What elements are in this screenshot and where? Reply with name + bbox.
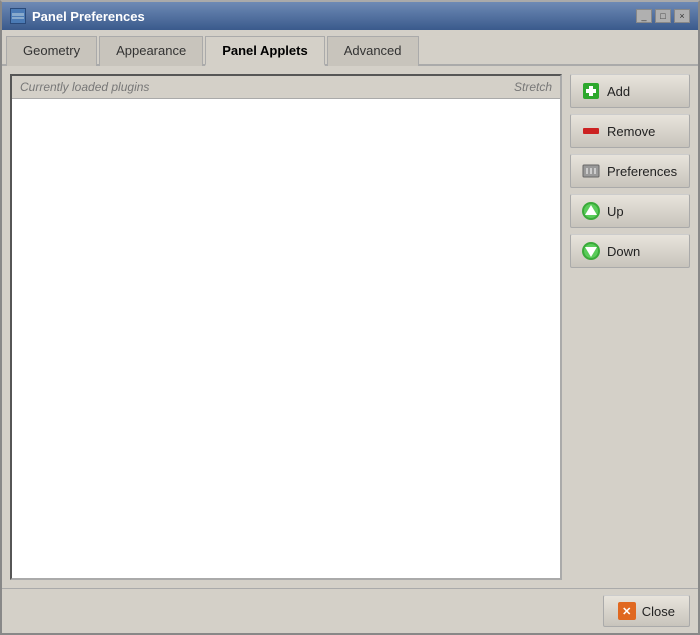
preferences-label: Preferences bbox=[607, 164, 677, 179]
title-bar: Panel Preferences _ □ × bbox=[2, 2, 698, 30]
bottom-bar: ✕ Close bbox=[2, 588, 698, 633]
close-window-button[interactable]: × bbox=[674, 9, 690, 23]
remove-button[interactable]: Remove bbox=[570, 114, 690, 148]
plugin-list-body[interactable] bbox=[12, 99, 560, 578]
plugin-list-header: Currently loaded plugins Stretch bbox=[12, 76, 560, 99]
maximize-button[interactable]: □ bbox=[655, 9, 671, 23]
add-button[interactable]: Add bbox=[570, 74, 690, 108]
prefs-icon bbox=[581, 161, 601, 181]
down-button[interactable]: Down bbox=[570, 234, 690, 268]
minimize-button[interactable]: _ bbox=[636, 9, 652, 23]
remove-label: Remove bbox=[607, 124, 655, 139]
remove-icon bbox=[581, 121, 601, 141]
add-icon bbox=[581, 81, 601, 101]
content-area: Currently loaded plugins Stretch bbox=[2, 66, 698, 588]
up-button[interactable]: Up bbox=[570, 194, 690, 228]
add-label: Add bbox=[607, 84, 630, 99]
up-label: Up bbox=[607, 204, 624, 219]
main-window: Panel Preferences _ □ × Geometry Appeara… bbox=[0, 0, 700, 635]
title-bar-left: Panel Preferences bbox=[10, 8, 145, 24]
window-title: Panel Preferences bbox=[32, 9, 145, 24]
up-icon bbox=[581, 201, 601, 221]
window-icon bbox=[10, 8, 26, 24]
tab-appearance[interactable]: Appearance bbox=[99, 36, 203, 66]
close-button[interactable]: ✕ Close bbox=[603, 595, 690, 627]
main-area: Currently loaded plugins Stretch bbox=[10, 74, 690, 580]
buttons-panel: Add Remove bbox=[570, 74, 690, 580]
tab-geometry[interactable]: Geometry bbox=[6, 36, 97, 66]
plugin-list-header-name: Currently loaded plugins bbox=[20, 80, 514, 94]
tab-advanced[interactable]: Advanced bbox=[327, 36, 419, 66]
down-label: Down bbox=[607, 244, 640, 259]
preferences-button[interactable]: Preferences bbox=[570, 154, 690, 188]
tabs-bar: Geometry Appearance Panel Applets Advanc… bbox=[2, 30, 698, 66]
tab-panel-applets[interactable]: Panel Applets bbox=[205, 36, 324, 66]
plugin-list-container: Currently loaded plugins Stretch bbox=[10, 74, 562, 580]
plugin-list-header-stretch: Stretch bbox=[514, 80, 552, 94]
down-icon bbox=[581, 241, 601, 261]
title-controls: _ □ × bbox=[636, 9, 690, 23]
close-x-icon: ✕ bbox=[618, 602, 636, 620]
close-label: Close bbox=[642, 604, 675, 619]
